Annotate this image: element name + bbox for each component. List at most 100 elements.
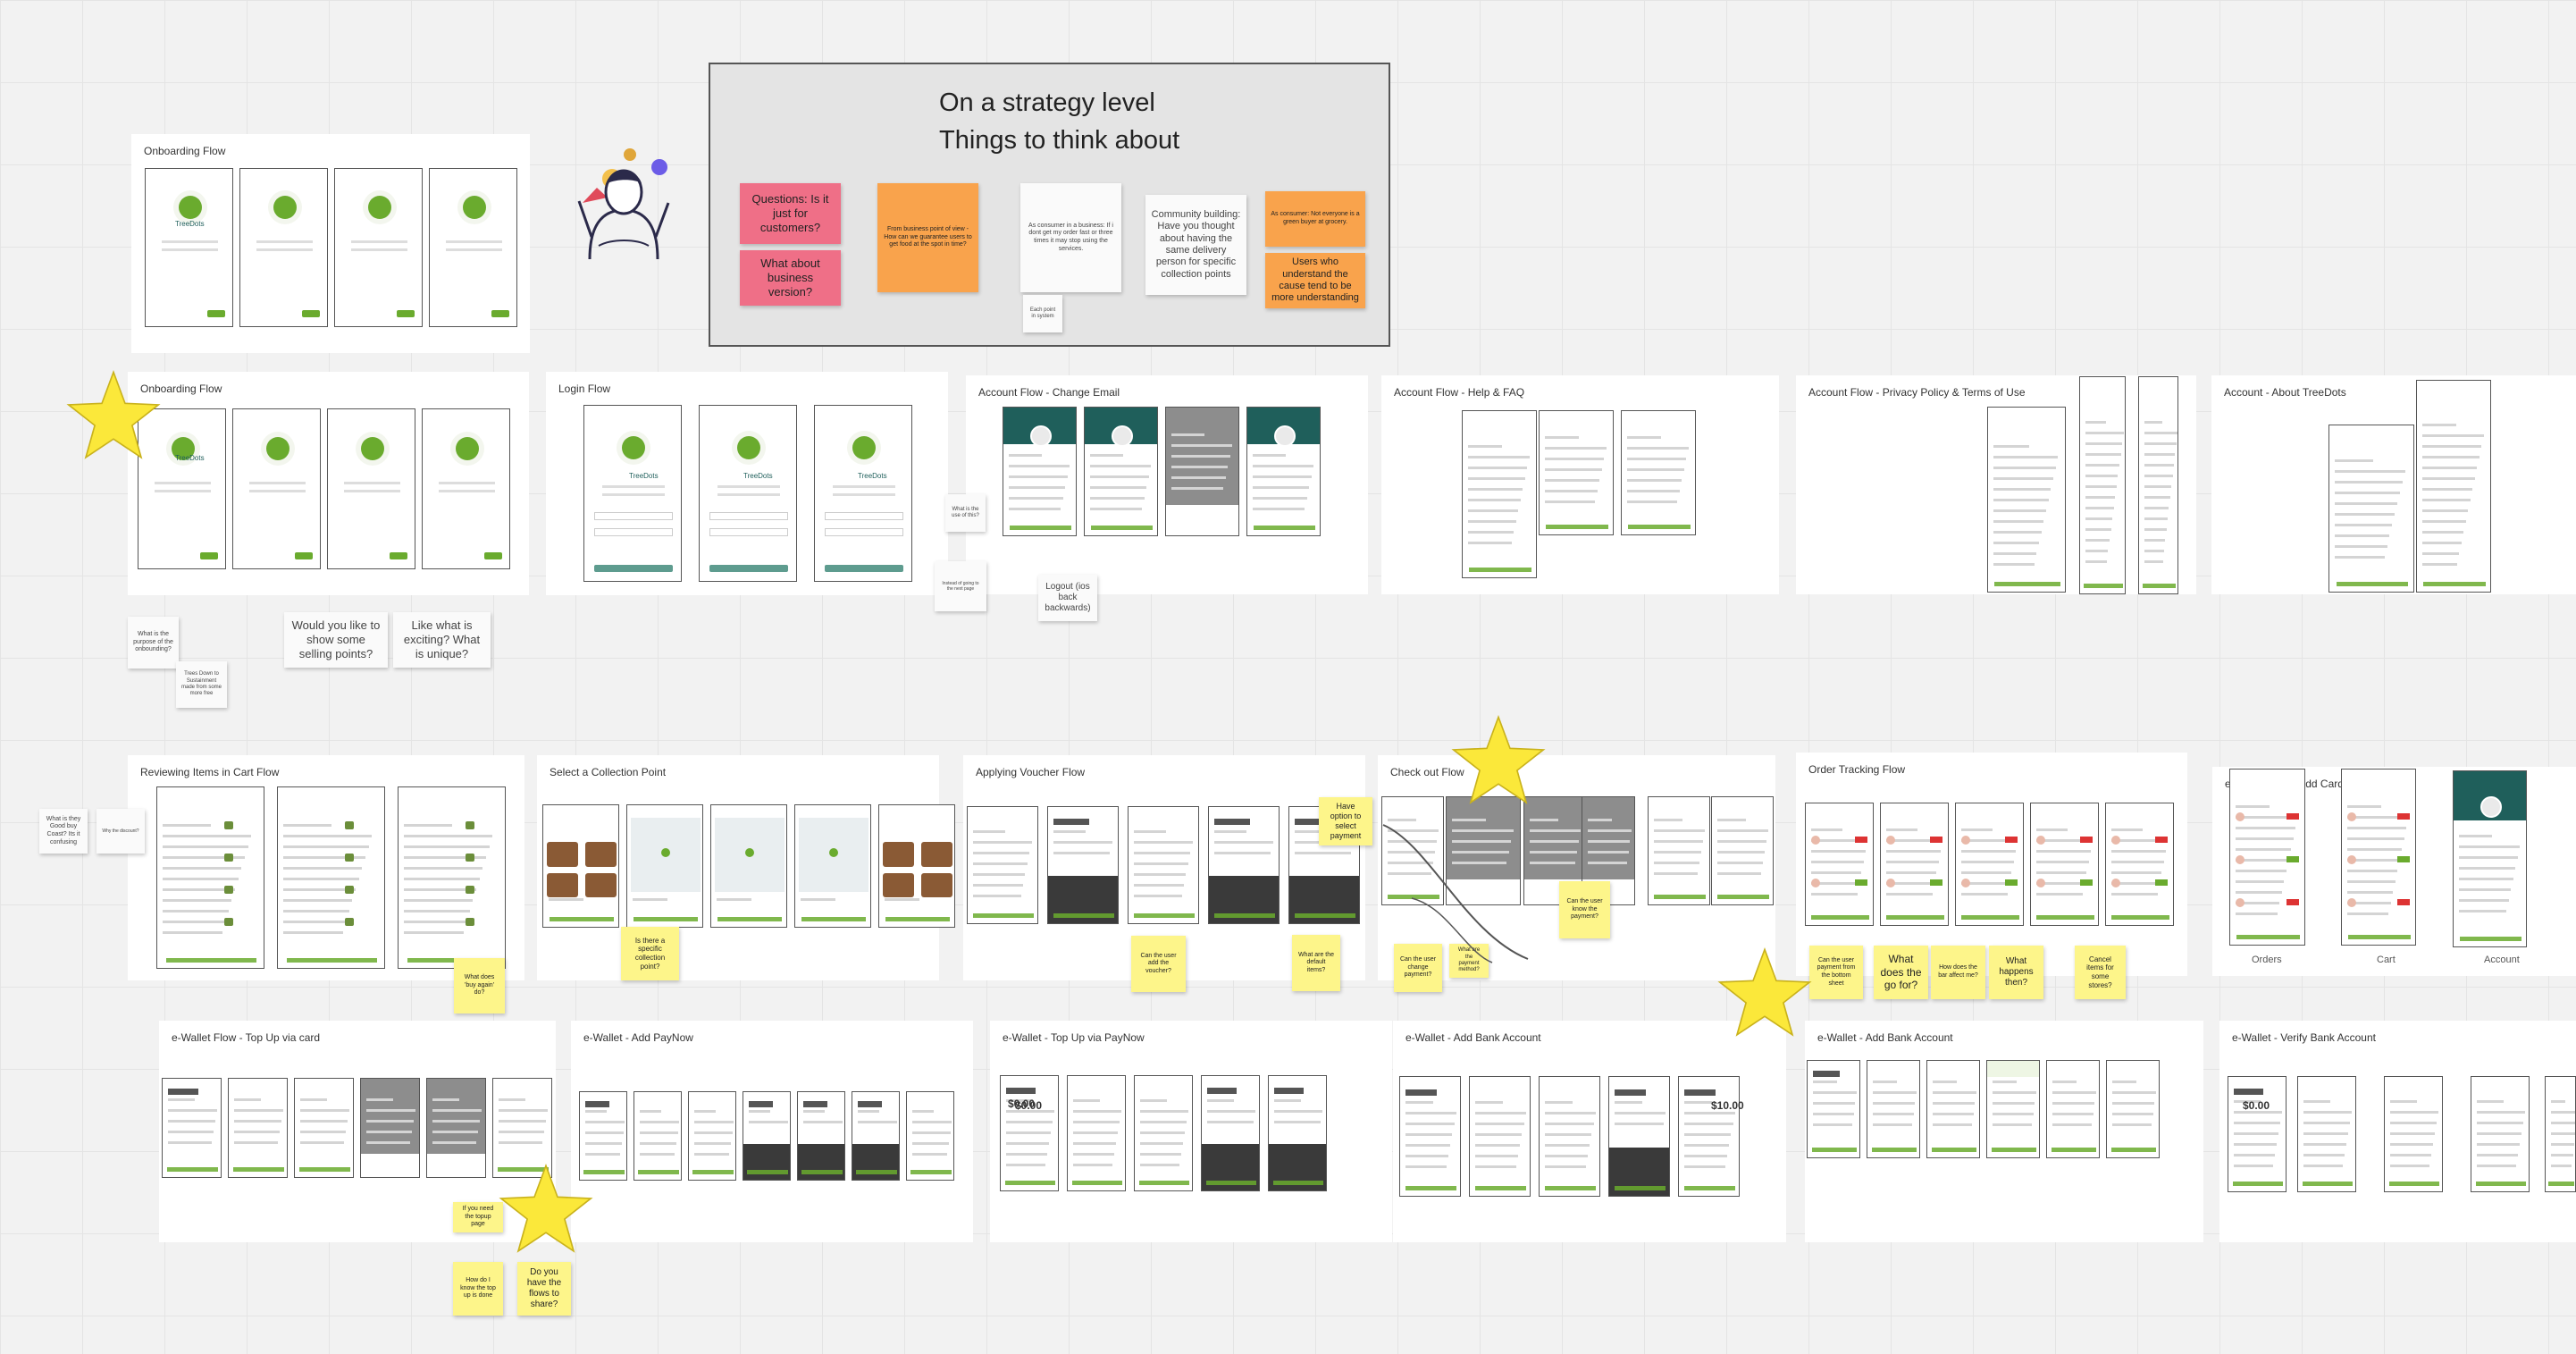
phone-screen[interactable] [878,804,955,928]
food-image[interactable] [585,842,617,867]
primary-button[interactable] [1811,915,1869,920]
primary-button[interactable] [2459,937,2522,941]
phone-screen[interactable] [1539,410,1614,535]
tab-label[interactable]: Orders [2252,955,2282,965]
primary-button[interactable] [2036,915,2094,920]
phone-screen[interactable] [1955,803,2024,926]
primary-button[interactable] [286,958,378,963]
sticky-note[interactable]: How does the bar affect me? [1931,946,1985,999]
phone-screen[interactable] [699,405,797,582]
primary-button[interactable] [2233,1182,2283,1186]
primary-button[interactable] [549,917,615,921]
phone-screen[interactable] [1003,407,1077,536]
primary-button[interactable] [1072,1181,1122,1185]
phone-screen[interactable] [1128,806,1199,924]
phone-screen[interactable] [2384,1076,2443,1192]
primary-button[interactable] [1683,1186,1736,1190]
flow-frame[interactable]: Onboarding Flow [131,134,530,353]
flow-frame[interactable]: Onboarding Flow [128,372,529,595]
sticky-note[interactable]: What is they Good buy Coast? Its it conf… [39,809,88,854]
phone-screen[interactable] [626,804,703,928]
primary-button[interactable] [233,1167,284,1172]
phone-screen[interactable] [426,1078,486,1178]
sticky-note[interactable]: What about business version? [740,250,841,306]
primary-button[interactable] [973,913,1034,918]
tab-label[interactable]: Cart [2377,955,2396,965]
sticky-note[interactable]: Logout (ios back backwards) [1038,575,1097,621]
sticky-note[interactable]: As consumer in a business: If i dont get… [1020,183,1121,292]
phone-screen[interactable] [1067,1075,1126,1191]
keypad[interactable] [852,1144,899,1180]
food-image[interactable] [585,872,617,898]
primary-button[interactable] [1009,526,1072,530]
phone-screen[interactable] [1399,1076,1461,1197]
phone-screen[interactable] [2079,376,2126,594]
primary-button[interactable] [709,565,788,572]
primary-button[interactable] [1653,895,1707,899]
primary-button[interactable] [1139,1181,1189,1185]
sticky-note[interactable]: Have option to select payment [1319,797,1372,845]
primary-button[interactable] [1206,1181,1256,1185]
primary-button[interactable] [1627,525,1691,529]
phone-screen[interactable] [1805,803,1874,926]
phone-screen[interactable] [327,408,415,569]
text-field[interactable] [825,511,903,520]
primary-button[interactable] [1886,915,1944,920]
primary-button[interactable] [302,310,321,317]
primary-button[interactable] [801,1170,843,1174]
primary-button[interactable] [2476,1182,2526,1186]
primary-button[interactable] [825,565,903,572]
sticky-note[interactable]: Why the discount? [96,809,145,854]
phone-screen[interactable] [1469,1076,1531,1197]
phone-screen[interactable] [1539,1076,1600,1197]
primary-button[interactable] [165,958,257,963]
primary-button[interactable] [2422,582,2487,586]
phone-screen[interactable] [232,408,321,569]
food-image[interactable] [921,842,952,867]
sticky-note[interactable]: Questions: Is it just for customers? [740,183,841,244]
food-image[interactable] [547,872,578,898]
phone-screen[interactable] [145,168,233,327]
primary-button[interactable] [1544,1186,1597,1190]
star-icon[interactable] [497,1162,595,1260]
phone-screen[interactable] [2228,1076,2287,1192]
primary-button[interactable] [633,917,699,921]
primary-button[interactable] [207,310,226,317]
phone-screen[interactable] [1648,796,1710,905]
primary-button[interactable] [1295,913,1355,918]
sticky-note[interactable]: As consumer: Not everyone is a green buy… [1265,191,1365,247]
primary-button[interactable] [638,1170,679,1174]
flow-frame[interactable]: e-Wallet - Add Bank Account [1393,1021,1786,1242]
primary-button[interactable] [801,917,867,921]
primary-button[interactable] [1134,913,1195,918]
food-image[interactable] [547,842,578,867]
phone-screen[interactable] [1867,1060,1920,1158]
phone-screen[interactable] [228,1078,288,1178]
primary-button[interactable] [2547,1182,2575,1186]
star-icon[interactable] [1449,713,1548,812]
phone-screen[interactable] [2138,376,2178,594]
phone-screen[interactable] [794,804,871,928]
phone-screen[interactable] [852,1091,900,1181]
primary-button[interactable] [1931,1148,1977,1152]
phone-screen[interactable] [2105,803,2174,926]
primary-button[interactable] [167,1167,218,1172]
phone-screen[interactable] [1807,1060,1860,1158]
phone-screen[interactable] [2471,1076,2530,1192]
flow-frame[interactable]: Reviewing Items in Cart Flow [128,755,524,980]
flow-frame[interactable]: Account Flow - Privacy Policy & Terms of… [1796,375,2196,594]
sticky-note[interactable]: Users who understand the cause tend to b… [1265,253,1365,308]
star-icon[interactable] [1716,946,1814,1044]
flow-frame[interactable]: Order Tracking Flow [1796,753,2187,976]
phone-screen[interactable] [2106,1060,2160,1158]
phone-screen[interactable] [1000,1075,1059,1191]
sticky-note[interactable]: What does 'buy again' do? [454,958,505,1013]
primary-button[interactable] [1253,526,1316,530]
sticky-note[interactable]: Community building: Have you thought abo… [1145,195,1246,295]
whiteboard-canvas[interactable]: { "board": { "strategy": { "title_line1"… [0,0,2576,1354]
text-field[interactable] [594,527,673,536]
phone-screen[interactable] [1926,1060,1980,1158]
primary-button[interactable] [2303,1182,2353,1186]
flow-frame[interactable]: e-Wallet - Verify Bank Account [2219,1021,2576,1242]
primary-button[interactable] [1961,915,2019,920]
